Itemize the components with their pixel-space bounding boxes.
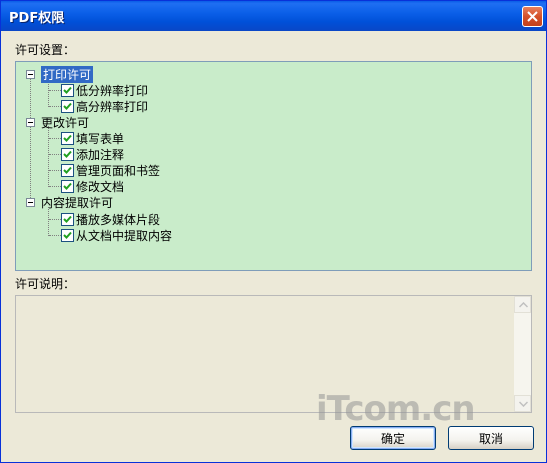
tree-line [48, 207, 49, 236]
scroll-down-button[interactable] [514, 395, 531, 412]
tree-line [30, 74, 31, 202]
tree-item[interactable]: 低分辨率打印 [61, 82, 148, 98]
cancel-button[interactable]: 取消 [448, 426, 534, 450]
tree-line [49, 235, 61, 236]
tree-group-change[interactable]: 更改许可 [26, 114, 89, 130]
tree-group-label[interactable]: 内容提取许可 [41, 194, 113, 211]
tree-group-extract[interactable]: 内容提取许可 [26, 194, 113, 210]
checkbox-checked-icon[interactable] [61, 163, 74, 177]
window-title: PDF权限 [9, 11, 65, 26]
tree-item[interactable]: 修改文档 [61, 178, 124, 194]
collapse-icon[interactable] [26, 69, 35, 79]
scroll-up-button[interactable] [514, 296, 531, 313]
ok-button[interactable]: 确定 [350, 426, 436, 450]
tree-item[interactable]: 高分辨率打印 [61, 98, 148, 114]
tree-item[interactable]: 填写表单 [61, 130, 124, 146]
collapse-icon[interactable] [26, 197, 35, 207]
pdf-permissions-dialog: PDF权限 许可设置： 打印许可 低分辨率打印 高分辨率打印 更改许可 填写表单… [0, 0, 547, 463]
tree-line [49, 219, 61, 220]
tree-item-label: 低分辨率打印 [76, 83, 149, 98]
checkbox-checked-icon[interactable] [61, 212, 74, 226]
checkbox-checked-icon[interactable] [61, 99, 74, 113]
checkbox-checked-icon[interactable] [61, 131, 74, 145]
close-icon [527, 11, 538, 22]
tree-item[interactable]: 管理页面和书签 [61, 162, 160, 178]
arrow-down-icon [519, 401, 528, 407]
arrow-up-icon [519, 302, 528, 308]
tree-line [48, 126, 49, 187]
permissions-label: 许可设置： [15, 43, 76, 57]
tree-group-label[interactable]: 打印许可 [41, 65, 94, 83]
collapse-icon[interactable] [26, 117, 35, 127]
tree-group-label[interactable]: 更改许可 [41, 114, 89, 131]
checkbox-checked-icon[interactable] [61, 83, 74, 97]
tree-line [49, 138, 61, 139]
tree-item[interactable]: 添加注释 [61, 146, 124, 162]
tree-item-label: 填写表单 [76, 131, 125, 146]
tree-line [49, 90, 61, 91]
tree-item-label: 播放多媒体片段 [76, 212, 161, 227]
tree-item[interactable]: 从文档中提取内容 [61, 227, 172, 243]
close-button[interactable] [522, 6, 543, 27]
watermark-logo: iTcom.cn [316, 389, 476, 429]
tree-line [49, 106, 61, 107]
tree-item-label: 管理页面和书签 [76, 163, 161, 178]
permissions-tree[interactable]: 打印许可 低分辨率打印 高分辨率打印 更改许可 填写表单 添加注释 管理页面和书… [15, 61, 532, 271]
tree-item-label: 高分辨率打印 [76, 99, 149, 114]
description-label: 许可说明： [15, 277, 76, 291]
title-bar[interactable]: PDF权限 [1, 1, 546, 31]
tree-item-label: 从文档中提取内容 [76, 228, 173, 243]
tree-group-print[interactable]: 打印许可 [26, 65, 94, 83]
tree-item-label: 添加注释 [76, 147, 125, 162]
tree-item[interactable]: 播放多媒体片段 [61, 211, 160, 227]
checkbox-checked-icon[interactable] [61, 179, 74, 193]
checkbox-checked-icon[interactable] [61, 228, 74, 242]
tree-line [49, 186, 61, 187]
vertical-scrollbar[interactable] [514, 296, 531, 412]
checkbox-checked-icon[interactable] [61, 147, 74, 161]
tree-item-label: 修改文档 [76, 179, 125, 194]
tree-line [49, 154, 61, 155]
tree-line [49, 170, 61, 171]
